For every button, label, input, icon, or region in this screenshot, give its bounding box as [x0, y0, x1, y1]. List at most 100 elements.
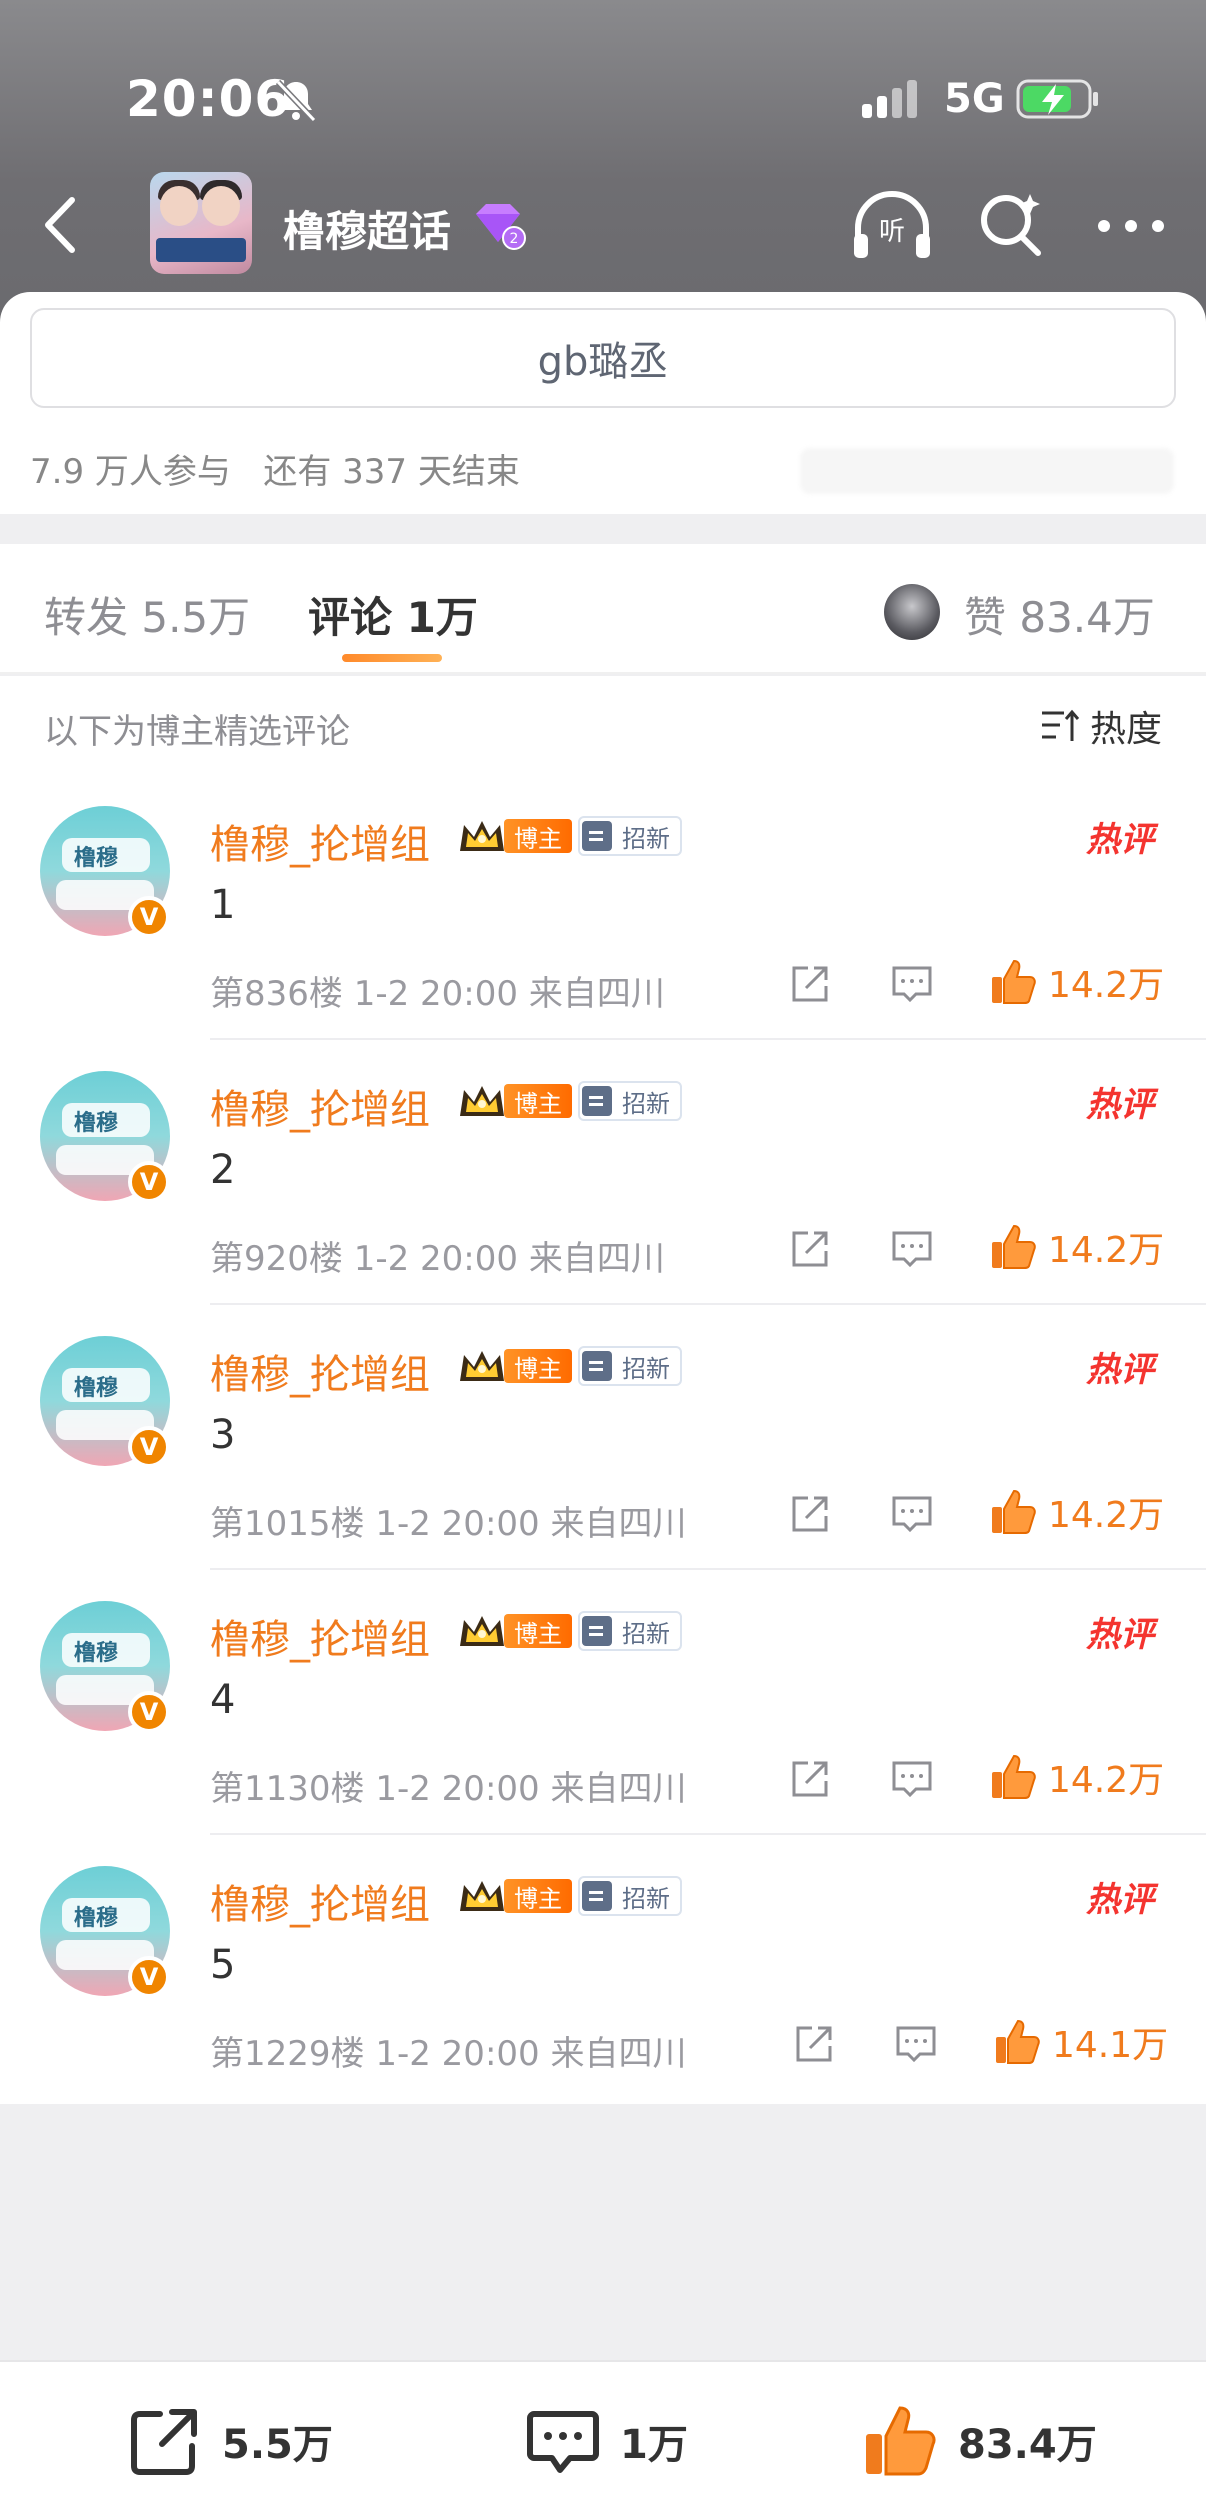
- sort-by-hot-button[interactable]: 热度: [1040, 700, 1162, 752]
- avatar-text: 橹穆: [74, 1641, 119, 1666]
- divider: [210, 1568, 1206, 1570]
- recruit-icon: [582, 821, 612, 851]
- crown-icon: [460, 821, 504, 851]
- bell-muted-icon: [275, 79, 317, 123]
- network-type: 5G: [944, 76, 1005, 122]
- participants-count: 7.9 万人参与: [30, 452, 231, 492]
- nav-bar: 橹穆超话 2 听: [0, 160, 1206, 290]
- comment-item: 橹穆 V 橹穆_抡增组 博主 招新 热评 4 第1130楼 1-2 20:00 …: [0, 1571, 1206, 1835]
- crown-icon: [460, 1351, 504, 1381]
- comment-item: 橹穆 V 橹穆_抡增组 博主 招新 热评 1 第836楼 1-2 20:00 来…: [0, 776, 1206, 1040]
- commenter-name[interactable]: 橹穆_抡增组: [210, 1872, 430, 1930]
- tab-repost[interactable]: 转发 5.5万: [44, 584, 250, 645]
- share-icon[interactable]: [788, 1492, 832, 1536]
- recruit-icon: [582, 1086, 612, 1116]
- comment-meta: 第1229楼 1-2 20:00 来自四川: [210, 2034, 687, 2074]
- hot-comment-tag: 热评: [1086, 1862, 1174, 1921]
- recruit-badge: 招新: [578, 816, 682, 856]
- reply-icon[interactable]: [890, 1494, 934, 1534]
- divider: [210, 1833, 1206, 1835]
- more-options-icon[interactable]: [1096, 218, 1166, 234]
- battery-charging-icon: [1016, 79, 1098, 119]
- blurred-banner: [800, 448, 1174, 494]
- topic-name-box[interactable]: gb璐丞: [30, 308, 1176, 408]
- vip-level: 2: [510, 231, 519, 247]
- commenter-name[interactable]: 橹穆_抡增组: [210, 1342, 430, 1400]
- hot-comment-tag: 热评: [1086, 1597, 1174, 1656]
- avatar-text: 橹穆: [74, 1376, 119, 1401]
- recruit-badge: 招新: [578, 1611, 682, 1651]
- supertopic-title[interactable]: 橹穆超话: [283, 198, 451, 259]
- avatar-text: 橹穆: [74, 1906, 119, 1931]
- like-button[interactable]: 14.2万: [988, 1486, 1164, 1538]
- commenter-name[interactable]: 橹穆_抡增组: [210, 1607, 430, 1665]
- recruit-badge-label: 招新: [622, 824, 670, 853]
- comment-text: 2: [210, 1147, 236, 1193]
- bottom-like-button[interactable]: 83.4万: [862, 2402, 1097, 2480]
- bottom-repost-button[interactable]: 5.5万: [126, 2402, 333, 2480]
- bottom-comment-button[interactable]: 1万: [524, 2402, 688, 2480]
- like-button[interactable]: 14.2万: [988, 1221, 1164, 1273]
- reply-icon[interactable]: [890, 1759, 934, 1799]
- tab-comment[interactable]: 评论 1万: [308, 584, 478, 645]
- divider: [210, 1038, 1206, 1040]
- recruit-badge-label: 招新: [622, 1089, 670, 1118]
- thumbs-up-icon: [992, 1224, 1036, 1269]
- like-button[interactable]: 14.2万: [988, 1751, 1164, 1803]
- commenter-name[interactable]: 橹穆_抡增组: [210, 1077, 430, 1135]
- bottom-comment-count: 1万: [620, 2422, 688, 2468]
- recruit-badge-label: 招新: [622, 1884, 670, 1913]
- supertopic-avatar[interactable]: [150, 172, 252, 274]
- commenter-name[interactable]: 橹穆_抡增组: [210, 812, 430, 870]
- hot-comment-tag: 热评: [1086, 1067, 1174, 1126]
- author-badge-label: 博主: [504, 1614, 572, 1648]
- author-badge: 博主: [456, 1346, 572, 1386]
- hot-comment-tag: 热评: [1086, 802, 1174, 861]
- comment-icon: [527, 2411, 599, 2473]
- author-badge-label: 博主: [504, 819, 572, 853]
- author-badge: 博主: [456, 816, 572, 856]
- like-count: 14.1万: [1052, 2025, 1169, 2066]
- bottom-action-bar: 5.5万 1万 83.4万: [0, 2360, 1206, 2517]
- headphones-listen-icon[interactable]: 听: [848, 188, 936, 264]
- avatar-text: 橹穆: [74, 846, 119, 871]
- thumbs-up-icon: [996, 2019, 1040, 2064]
- recruit-badge: 招新: [578, 1876, 682, 1916]
- author-badge-label: 博主: [504, 1879, 572, 1913]
- signal-icon: [862, 80, 917, 118]
- author-badge: 博主: [456, 1081, 572, 1121]
- recruit-icon: [582, 1351, 612, 1381]
- comment-meta: 第920楼 1-2 20:00 来自四川: [210, 1239, 665, 1279]
- thumbs-up-icon: [992, 959, 1036, 1004]
- thumbs-up-filled-icon: [866, 2406, 936, 2476]
- liker-avatar: [884, 584, 940, 640]
- recruit-icon: [582, 1616, 612, 1646]
- status-time: 20:06: [126, 70, 291, 128]
- comment-item: 橹穆 V 橹穆_抡增组 博主 招新 热评 5 第1229楼 1-2 20:00 …: [0, 1836, 1206, 2100]
- reply-icon[interactable]: [894, 2024, 938, 2064]
- author-badge: 博主: [456, 1876, 572, 1916]
- bottom-like-count: 83.4万: [958, 2422, 1097, 2468]
- share-icon[interactable]: [792, 2022, 836, 2066]
- tab-likes[interactable]: 赞 83.4万: [964, 584, 1155, 645]
- verified-badge: V: [128, 1691, 170, 1733]
- sort-label: 热度: [1090, 709, 1163, 750]
- reply-icon[interactable]: [890, 964, 934, 1004]
- back-arrow-icon[interactable]: [32, 190, 88, 260]
- share-icon[interactable]: [788, 1757, 832, 1801]
- share-icon[interactable]: [788, 962, 832, 1006]
- like-button[interactable]: 14.2万: [988, 956, 1164, 1008]
- like-count: 14.2万: [1048, 1495, 1165, 1536]
- like-count: 14.2万: [1048, 1230, 1165, 1271]
- repost-icon: [131, 2409, 197, 2475]
- comment-item: 橹穆 V 橹穆_抡增组 博主 招新 热评 3 第1015楼 1-2 20:00 …: [0, 1306, 1206, 1570]
- comment-text: 4: [210, 1677, 236, 1723]
- selected-comments-note: 以下为博主精选评论: [44, 712, 350, 752]
- days-remaining: 还有 337 天结束: [263, 452, 520, 492]
- comment-text: 5: [210, 1942, 236, 1988]
- sort-icon: [1042, 709, 1080, 741]
- share-icon[interactable]: [788, 1227, 832, 1271]
- reply-icon[interactable]: [890, 1229, 934, 1269]
- search-icon[interactable]: [976, 188, 1046, 260]
- like-button[interactable]: 14.1万: [992, 2016, 1168, 2068]
